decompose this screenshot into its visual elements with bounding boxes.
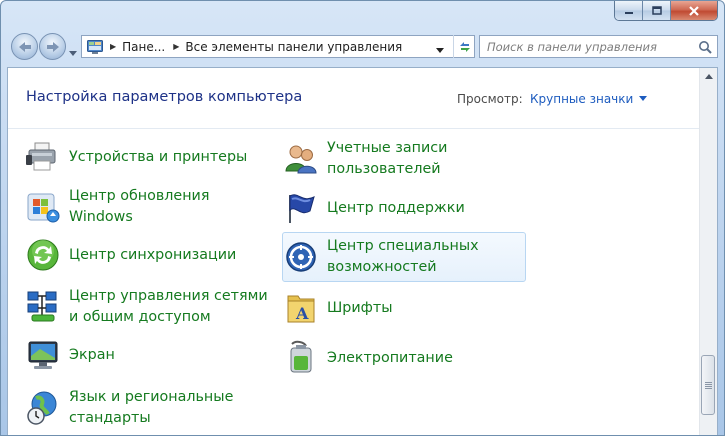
item-label: Язык и региональные bbox=[69, 389, 234, 405]
users-icon bbox=[283, 141, 319, 177]
sync-icon bbox=[25, 237, 61, 273]
item-label: Экран bbox=[69, 346, 115, 363]
globe-clock-icon bbox=[25, 390, 61, 426]
svg-text:A: A bbox=[295, 304, 309, 323]
item-label: стандарты bbox=[69, 410, 151, 426]
flag-icon bbox=[283, 190, 319, 226]
chevron-down-icon bbox=[69, 51, 77, 56]
item-region-language[interactable]: Язык и региональные стандарты bbox=[24, 383, 264, 433]
navigation-bar: ▶ Пане... ▶ Все элементы панели управлен… bbox=[9, 29, 718, 63]
refresh-button[interactable] bbox=[453, 35, 475, 58]
search-input[interactable] bbox=[485, 38, 701, 55]
search-box[interactable] bbox=[479, 35, 718, 58]
item-label: Электропитание bbox=[327, 349, 453, 366]
forward-button[interactable] bbox=[39, 33, 66, 60]
page-title: Настройка параметров компьютера bbox=[26, 89, 303, 105]
minimize-icon bbox=[624, 11, 633, 14]
item-label: Центр синхронизации bbox=[69, 246, 237, 263]
view-by-value: Крупные значки bbox=[530, 92, 634, 106]
item-action-center[interactable]: Центр поддержки bbox=[282, 187, 522, 229]
item-label: Центр специальных bbox=[327, 238, 479, 254]
view-by-label: Просмотр: bbox=[457, 92, 523, 106]
item-network-center[interactable]: Центр управления сетями и общим доступом bbox=[24, 282, 274, 332]
item-label: Центр управления сетями bbox=[69, 288, 268, 304]
close-icon bbox=[689, 5, 699, 16]
back-button[interactable] bbox=[11, 33, 38, 60]
minimize-button[interactable] bbox=[615, 1, 643, 20]
item-label: Центр поддержки bbox=[327, 199, 465, 216]
breadcrumb-all-items[interactable]: Все элементы панели управления bbox=[185, 40, 402, 54]
item-label: и общим доступом bbox=[69, 309, 211, 325]
arrow-right-icon bbox=[46, 41, 59, 52]
view-by-dropdown[interactable]: Крупные значки bbox=[530, 92, 648, 106]
control-panel-icon bbox=[87, 39, 103, 54]
item-fonts[interactable]: A Шрифты bbox=[282, 287, 522, 329]
item-sync-center[interactable]: Центр синхронизации bbox=[24, 235, 264, 275]
item-label: Учетные записи bbox=[327, 140, 448, 156]
item-label: Шрифты bbox=[327, 299, 393, 316]
scroll-up-button[interactable] bbox=[700, 68, 717, 85]
chevron-down-icon bbox=[436, 48, 444, 53]
monitor-icon bbox=[25, 337, 61, 373]
item-label: возможностей bbox=[327, 259, 437, 275]
item-power-options[interactable]: Электропитание bbox=[282, 337, 522, 379]
item-label: Windows bbox=[69, 209, 133, 225]
grip-icon bbox=[704, 381, 712, 389]
maximize-button[interactable] bbox=[643, 1, 671, 20]
item-user-accounts[interactable]: Учетные записи пользователей bbox=[282, 134, 522, 184]
search-icon[interactable] bbox=[698, 40, 712, 54]
network-icon bbox=[25, 289, 61, 325]
battery-icon bbox=[283, 340, 319, 376]
maximize-icon bbox=[651, 6, 662, 15]
control-panel-window: ▶ Пане... ▶ Все элементы панели управлен… bbox=[0, 0, 725, 436]
content-header: Настройка параметров компьютера Просмотр… bbox=[8, 68, 699, 129]
refresh-icon bbox=[459, 41, 470, 52]
scrollbar-thumb[interactable] bbox=[701, 355, 715, 415]
caption-buttons bbox=[614, 1, 718, 21]
content-area: Настройка параметров компьютера Просмотр… bbox=[7, 67, 718, 435]
item-devices-printers[interactable]: Устройства и принтеры bbox=[24, 137, 264, 177]
breadcrumb-separator[interactable]: ▶ bbox=[173, 42, 179, 51]
printer-icon bbox=[25, 139, 61, 175]
chevron-down-icon bbox=[639, 96, 648, 101]
ease-of-access-icon bbox=[283, 239, 319, 275]
item-label: Устройства и принтеры bbox=[69, 148, 248, 165]
vertical-scrollbar[interactable] bbox=[699, 68, 717, 435]
item-display[interactable]: Экран bbox=[24, 335, 264, 375]
fonts-icon: A bbox=[283, 290, 319, 326]
item-label: пользователей bbox=[327, 161, 441, 177]
close-button[interactable] bbox=[671, 1, 717, 20]
breadcrumb-separator[interactable]: ▶ bbox=[110, 42, 116, 51]
address-bar[interactable]: ▶ Пане... ▶ Все элементы панели управлен… bbox=[81, 35, 475, 58]
chevron-up-icon bbox=[704, 74, 713, 79]
recent-pages-dropdown[interactable] bbox=[69, 42, 77, 61]
item-ease-of-access[interactable]: Центр специальных возможностей bbox=[282, 232, 526, 282]
arrow-left-icon bbox=[18, 41, 31, 52]
item-label: Центр обновления bbox=[69, 188, 210, 204]
address-dropdown[interactable] bbox=[436, 43, 444, 57]
windows-update-icon bbox=[25, 189, 61, 225]
item-windows-update[interactable]: Центр обновления Windows bbox=[24, 182, 264, 232]
breadcrumb-control-panel[interactable]: Пане... bbox=[122, 40, 165, 54]
